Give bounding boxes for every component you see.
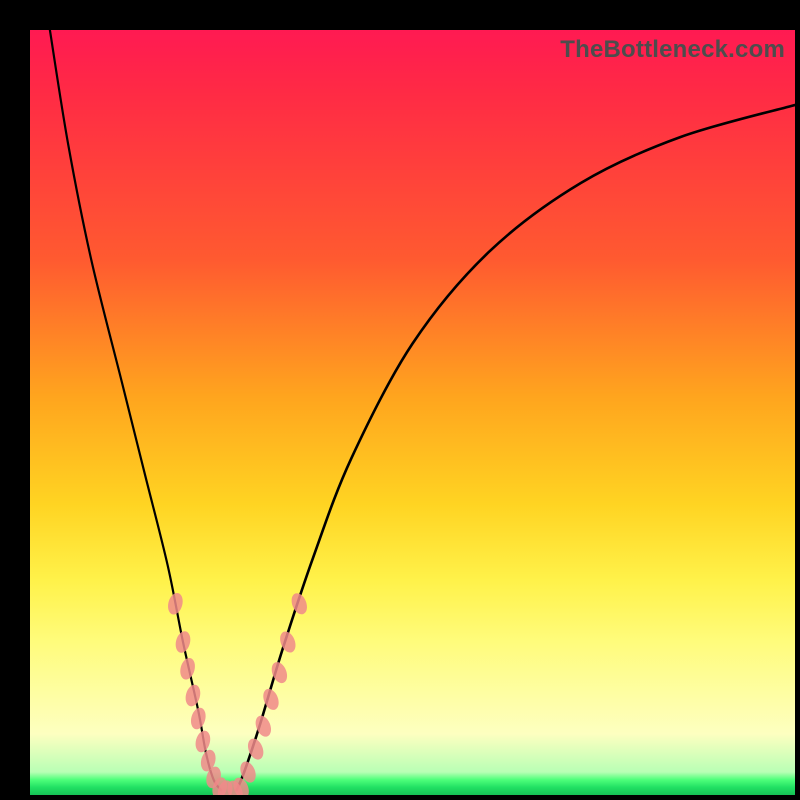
bead-marker — [189, 706, 208, 731]
bead-marker — [277, 629, 298, 655]
bead-marker — [289, 591, 310, 617]
bead-marker — [178, 656, 197, 681]
bead-marker — [173, 630, 192, 655]
left-limb-curve — [50, 30, 221, 790]
plot-area: TheBottleneck.com — [30, 30, 795, 795]
bead-marker — [183, 683, 202, 708]
bead-markers — [166, 591, 310, 795]
chart-frame: TheBottleneck.com — [0, 0, 800, 800]
right-limb-curve — [237, 105, 795, 790]
bead-marker — [166, 591, 185, 616]
bottleneck-curve-svg — [30, 30, 795, 795]
